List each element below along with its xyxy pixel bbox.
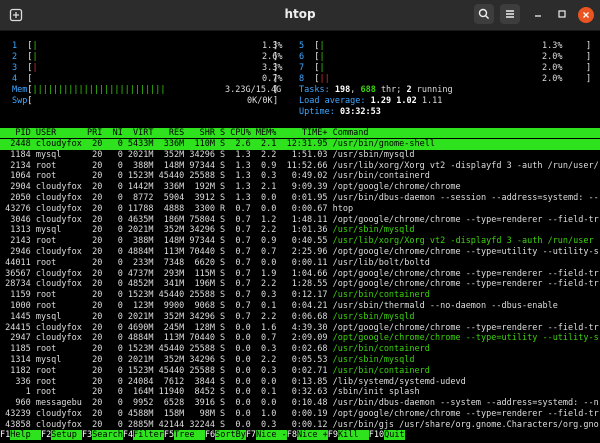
fkey-label[interactable]: Filter [133,430,164,440]
mem-meter: Mem[|||||||||||||||||||||||||| [12,85,166,95]
fkey-f7[interactable]: F7 [245,430,257,440]
tasks-line: Tasks: 198, 688 thr; 2 running [299,85,453,95]
cpu-meter: 5 [| [299,41,325,51]
maximize-button[interactable] [552,4,572,24]
cpu-meter: 2 [| [12,52,38,62]
process-row[interactable]: 1182 root 20 0 1523M 45440 25588 S 0.0 0… [0,366,600,377]
fkey-label[interactable]: Kill [338,430,369,440]
fkey-f4[interactable]: F4 [122,430,134,440]
fkey-f2[interactable]: F2 [40,430,52,440]
minimize-button[interactable] [528,4,548,24]
process-row[interactable]: 960 messagebu 20 0 9952 6528 3916 S 0.0 … [0,398,600,409]
process-row[interactable]: 1064 root 20 0 1523M 45440 25588 S 1.3 0… [0,171,600,182]
cpu-pct: 2.0% [542,63,563,73]
process-row[interactable]: 43239 cloudyfox 20 0 4588M 158M 98M S 0.… [0,409,600,420]
maximize-icon [558,10,566,18]
fkey-f3[interactable]: F3 [81,430,93,440]
cpu-meter: 4 [ [12,74,33,84]
process-row[interactable]: 1184 mysql 20 0 2021M 352M 34296 S 1.3 2… [0,150,600,161]
process-row[interactable]: 44011 root 20 0 233M 7348 6620 S 0.7 0.0… [0,258,600,269]
process-row[interactable]: 24415 cloudyfox 20 0 4690M 245M 128M S 0… [0,323,600,334]
load-average-line: Load average: 1.29 1.02 1.11 [299,96,443,106]
process-row[interactable]: 43858 cloudyfox 20 0 2885M 42144 32244 S… [0,420,600,431]
fkey-label[interactable]: Nice + [297,430,328,440]
close-button[interactable] [578,7,594,23]
cpu-pct: 1.3% [542,41,563,51]
process-row[interactable]: 2946 cloudyfox 20 0 4884M 113M 70440 S 0… [0,247,600,258]
fkey-f10[interactable]: F10 [368,430,385,440]
fkey-f5[interactable]: F5 [163,430,175,440]
process-row[interactable]: 43276 cloudyfox 20 0 11788 4888 3300 R 0… [0,204,600,215]
process-row[interactable]: 1314 mysql 20 0 2021M 352M 34296 S 0.0 2… [0,355,600,366]
cpu-meter: 1 [| [12,41,38,51]
process-row[interactable]: 3046 cloudyfox 20 0 4635M 186M 75804 S 0… [0,215,600,226]
minimize-icon [535,15,541,17]
process-row[interactable]: 36567 cloudyfox 20 0 4737M 293M 115M S 0… [0,269,600,280]
hamburger-icon [506,10,514,18]
process-row[interactable]: 1445 mysql 20 0 2021M 352M 34296 S 0.7 2… [0,312,600,323]
process-row[interactable]: 336 root 20 0 24084 7612 3844 S 0.0 0.0 … [0,377,600,388]
swp-meter: Swp[ [12,96,33,106]
terminal-window: htop 1 [| 1.3% ] 2 [| 2.6% ] 3 [| 3.3% ]… [0,0,600,443]
cpu-pct: 2.0% [542,74,563,84]
cpu-pct: 2.0% [542,52,563,62]
fkey-label[interactable]: SortBy [215,430,246,440]
cpu-meter: 7 [| [299,63,325,73]
process-row[interactable]: 2947 cloudyfox 20 0 4884M 113M 70440 S 0… [0,333,600,344]
fkey-label[interactable]: Tree [174,430,205,440]
process-row[interactable]: 1159 root 20 0 1523M 45440 25588 S 0.7 0… [0,290,600,301]
swp-value: 0K/0K [247,96,273,106]
process-row[interactable]: 1313 mysql 20 0 2021M 352M 34296 S 0.7 2… [0,225,600,236]
search-icon [478,8,490,20]
process-row[interactable]: 2143 root 20 0 388M 148M 97344 S 0.7 0.9… [0,236,600,247]
fkey-label[interactable]: Setup [51,430,82,440]
fkey-f6[interactable]: F6 [204,430,216,440]
function-key-bar: F1Help F2Setup F3SearchF4FilterF5Tree F6… [0,430,600,441]
fkey-f9[interactable]: F9 [327,430,338,440]
htop-screen: 1 [| 1.3% ] 2 [| 2.6% ] 3 [| 3.3% ] 4 [ … [0,41,600,441]
fkey-label[interactable]: Search [92,430,123,440]
uptime-line: Uptime: 03:32:53 [299,107,381,117]
cpu-meter: 8 [|| [299,74,330,84]
process-row[interactable]: 1185 root 20 0 1523M 45440 25588 S 0.0 0… [0,344,600,355]
process-row[interactable]: 1000 root 20 0 123M 9900 9068 S 0.7 0.1 … [0,301,600,312]
close-icon [583,12,589,18]
fkey-label[interactable]: Help [10,430,41,440]
cpu-meter: 6 [| [299,52,325,62]
cpu-meter: 3 [| [12,63,38,73]
process-row[interactable]: 2904 cloudyfox 20 0 1442M 336M 192M S 1.… [0,182,600,193]
process-row[interactable]: 2448 cloudyfox 20 0 5433M 336M 110M S 2.… [0,139,600,150]
process-row[interactable]: 2134 root 20 0 388M 148M 97344 S 1.3 0.9… [0,161,600,172]
fkey-f8[interactable]: F8 [286,430,298,440]
process-row[interactable]: 2050 cloudyfox 20 0 8772 5904 3912 S 1.3… [0,193,600,204]
process-table-header[interactable]: PID USER PRI NI VIRT RES SHR S CPU% MEM%… [0,128,600,138]
process-row[interactable]: 1 root 20 0 164M 11940 8452 S 0.0 0.1 0:… [0,387,600,398]
fkey-f1[interactable]: F1 [0,430,11,440]
fkey-label[interactable]: Quit [384,430,405,440]
search-button[interactable] [474,4,494,24]
fkey-label[interactable]: Nice - [256,430,287,440]
process-row[interactable]: 28734 cloudyfox 20 0 4852M 341M 196M S 0… [0,279,600,290]
menu-button[interactable] [500,4,520,24]
title-bar: htop [0,0,600,31]
